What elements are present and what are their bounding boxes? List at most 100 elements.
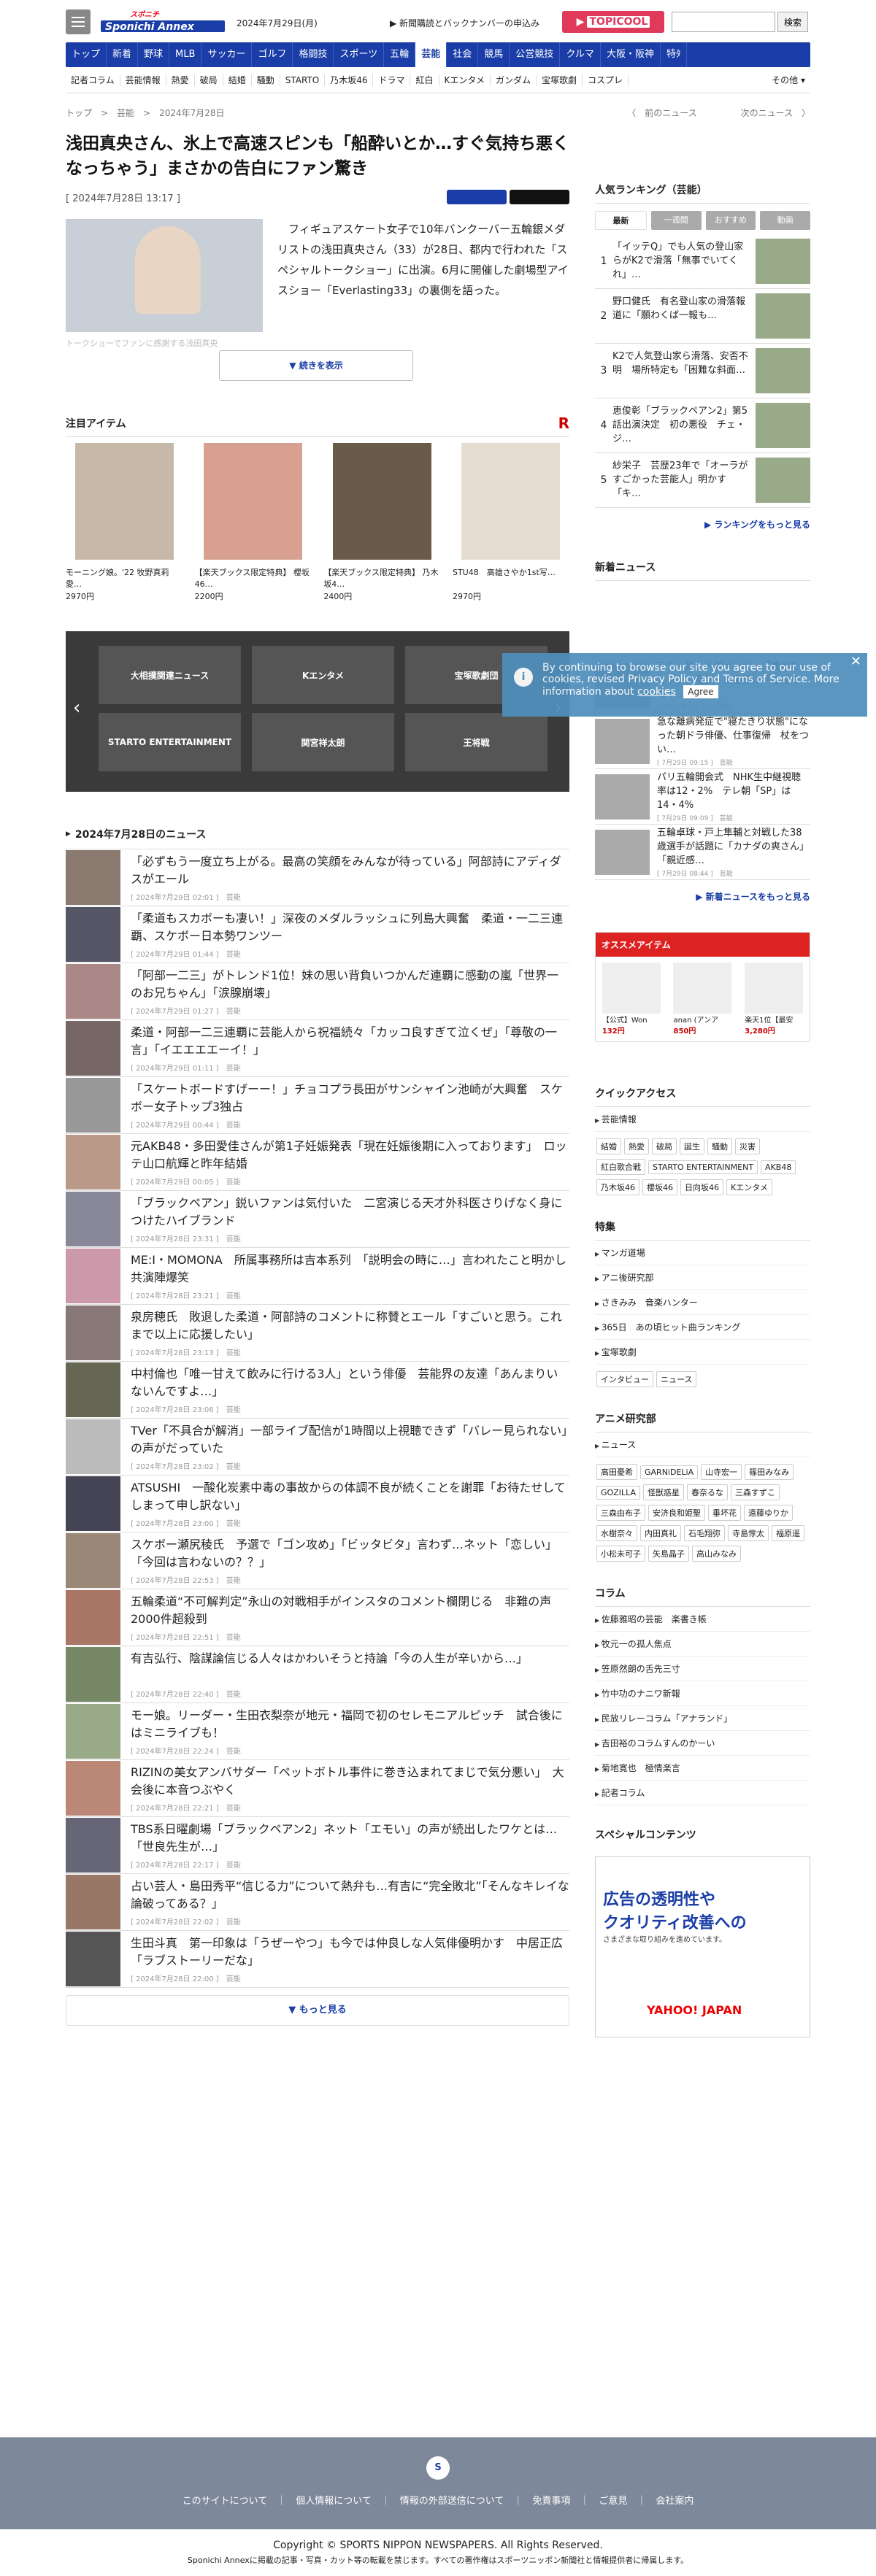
ranking-item[interactable]: 1 「イッテQ」でも人気の登山家らがK2で滑落「無事でいてくれ」… (595, 234, 810, 289)
news-title[interactable]: 「ブラックペアン」鋭いファンは気付いた 二宮演じる天才外科医さりげなく身につけた… (131, 1195, 569, 1231)
nav-item[interactable]: 社会 (447, 42, 479, 67)
tag-link[interactable]: 春奈るな (687, 1484, 728, 1500)
subnav-item[interactable]: 芸能情報 (120, 74, 166, 86)
recommended-item[interactable]: anan (アンア 850円 (673, 963, 732, 1036)
news-row[interactable]: モー娘。リーダー・生田衣梨奈が地元・福岡で初のセレモニアルピッチ 試合後にはミニ… (66, 1703, 569, 1760)
news-row[interactable]: 元AKB48・多田愛佳さんが第1子妊娠発表「現在妊娠後期に入っております」 ロッ… (66, 1134, 569, 1191)
nav-item[interactable]: 公営競技 (510, 42, 561, 67)
facebook-share-button[interactable] (447, 190, 507, 204)
news-title[interactable]: 柔道・阿部一二三連覇に芸能人から祝福続々「カッコ良すぎて泣くぜ」「尊敬の一言」「… (131, 1024, 569, 1060)
news-title[interactable]: 中村倫也「唯一甘えて飲みに行ける3人」という俳優 芸能界の友達「あんまりいないん… (131, 1365, 569, 1402)
tag-link[interactable]: 水樹奈々 (596, 1525, 637, 1541)
latest-more-link[interactable]: ▶ 新着ニュースをもっと見る (595, 890, 810, 903)
nav-item[interactable]: 特ﾀ (661, 42, 688, 67)
search-input[interactable] (672, 12, 775, 32)
nav-item[interactable]: 格闘技 (293, 42, 334, 67)
subnav-item[interactable]: ガンダム (491, 74, 537, 86)
sidebar-link[interactable]: 牧元一の孤人焦点 (595, 1632, 810, 1657)
tag-link[interactable]: ニュース (656, 1371, 697, 1387)
subnav-item[interactable]: 乃木坂46 (325, 74, 374, 86)
menu-icon[interactable] (66, 9, 91, 34)
latest-item[interactable]: パリ五輪開会式 NHK生中継視聴率は12・2% テレ朝「SP」は14・4% [ 7… (595, 769, 810, 825)
tag-link[interactable]: GARNiDELiA (640, 1465, 699, 1479)
tag-link[interactable]: 遠藤ゆりか (744, 1505, 793, 1521)
tag-link[interactable]: 紅白歌合戦 (596, 1159, 645, 1175)
news-title[interactable]: RIZINの美女アンバサダー「ペットボトル事件に巻き込まれてまじで気分悪い」 大… (131, 1764, 569, 1800)
ranking-item[interactable]: 3 K2で人気登山家ら滑落、安否不明 場所特定も「困難な斜面… (595, 344, 810, 398)
tag-link[interactable]: 誕生 (680, 1138, 704, 1154)
tag-link[interactable]: 櫻坂46 (642, 1179, 677, 1195)
sidebar-link[interactable]: 笠原然朗の舌先三寸 (595, 1657, 810, 1681)
tag-link[interactable]: 寺島惇太 (728, 1525, 769, 1541)
nav-item[interactable]: 野球 (138, 42, 170, 67)
sidebar-link[interactable]: 佐藤雅昭の芸能 楽書き帳 (595, 1607, 810, 1632)
tag-link[interactable]: GOZILLA (596, 1486, 640, 1500)
tag-link[interactable]: AKB48 (761, 1160, 796, 1174)
tag-link[interactable]: 騒動 (707, 1138, 732, 1154)
news-row[interactable]: 「阿部一二三」がトレンド1位！妹の思い背負いつかんだ連覇に感動の嵐「世界一のお兄… (66, 963, 569, 1020)
tag-link[interactable]: 篠田みなみ (745, 1464, 794, 1480)
recommended-item[interactable]: 【公式】Won 132円 (602, 963, 661, 1036)
subnav-item[interactable]: 騒動 (252, 74, 280, 86)
nav-item[interactable]: クルマ (560, 42, 601, 67)
ranking-more-link[interactable]: ▶ ランキングをもっと見る (595, 518, 810, 531)
news-row[interactable]: 占い芸人・島田秀平“信じる力”について熱弁も…有吉に“完全敗北”「そんなキレイな… (66, 1874, 569, 1931)
recommended-item[interactable]: 楽天1位【最安 3,280円 (745, 963, 804, 1036)
news-title[interactable]: TBS系日曜劇場「ブラックペアン2」ネット「エモい」の声が続出したワケとは…「世… (131, 1821, 569, 1857)
item-card[interactable]: 【楽天ブックス限定特典】 櫻坂46… 2200円 (195, 443, 312, 602)
footer-links[interactable]: このサイトについて ｜ 個人情報について ｜ 情報の外部送信について ｜ 免責事… (0, 2493, 876, 2507)
subnav-item[interactable]: Kエンタメ (439, 74, 491, 86)
tag-link[interactable]: 三森由布子 (596, 1505, 645, 1521)
cookies-link[interactable]: cookies (637, 686, 676, 698)
tag-link[interactable]: 矢島晶子 (648, 1546, 689, 1562)
nav-item[interactable]: 五輪 (384, 42, 416, 67)
sidebar-link[interactable]: 竹中功のナニワ新報 (595, 1681, 810, 1706)
carousel-card[interactable]: 関宮祥太朗 (252, 713, 394, 771)
nav-item[interactable]: 競馬 (478, 42, 510, 67)
news-row[interactable]: スケボー瀬尻稜氏 予選で「ゴン攻め」「ビッタビタ」言わず…ネット「恋しい」「今回… (66, 1532, 569, 1589)
news-row[interactable]: ME:I・MOMONA 所属事務所は吉本系列 「説明会の時に…」言われたこと明か… (66, 1248, 569, 1305)
site-logo[interactable]: スポニチ Sponichi Annex (101, 10, 225, 32)
breadcrumb[interactable]: トップ > 芸能 > 2024年7月28日 (66, 107, 225, 119)
ranking-tab[interactable]: 一週間 (650, 211, 702, 230)
tag-link[interactable]: 垂坏花 (708, 1505, 741, 1521)
latest-item[interactable]: 急な離病発症で"寝たきり状態"になった朝ドラ俳優、仕事復帰 杖をつい… [ 7月2… (595, 714, 810, 769)
carousel-card[interactable]: Kエンタメ (252, 646, 394, 704)
news-title[interactable]: 生田斗真 第一印象は「うぜーやつ」も今では仲良しな人気俳優明かす 中居正広「ラブ… (131, 1935, 569, 1971)
news-title[interactable]: 「スケートボードすげーー！」チョコプラ長田がサンシャイン池崎が大興奮 スケボー女… (131, 1081, 569, 1117)
tag-link[interactable]: Kエンタメ (726, 1179, 772, 1195)
tag-link[interactable]: 三森すずこ (731, 1484, 780, 1500)
news-title[interactable]: ME:I・MOMONA 所属事務所は吉本系列 「説明会の時に…」言われたこと明か… (131, 1252, 569, 1288)
latest-item[interactable]: 五輪卓球・戸上隼輔と対戦した38歳選手が話題に「カナダの爽さん」「親近感… [ 7… (595, 825, 810, 880)
news-row[interactable]: 泉房穂氏 敗退した柔道・阿部詩のコメントに称賛とエール「すごいと思う。これまで以… (66, 1305, 569, 1362)
carousel-card[interactable]: STARTO ENTERTAINMENT (99, 713, 241, 771)
news-title[interactable]: 占い芸人・島田秀平“信じる力”について熱弁も…有吉に“完全敗北”「そんなキレイな… (131, 1878, 569, 1914)
news-row[interactable]: 「柔道もスカボーも凄い！」深夜のメダルラッシュに列島大興奮 柔道・一二三連覇、ス… (66, 906, 569, 963)
tag-link[interactable]: STARTO ENTERTAINMENT (648, 1160, 758, 1174)
news-title[interactable]: 元AKB48・多田愛佳さんが第1子妊娠発表「現在妊娠後期に入っております」 ロッ… (131, 1138, 569, 1174)
nav-item[interactable]: 大阪・阪神 (601, 42, 661, 67)
carousel-prev-icon[interactable]: ‹ (73, 697, 80, 719)
subnav-item[interactable]: 結婚 (223, 74, 252, 86)
news-row[interactable]: 五輪柔道“不可解判定”永山の対戦相手がインスタのコメント欄閉じる 非難の声200… (66, 1589, 569, 1646)
carousel-card[interactable]: 王将戦 (405, 713, 548, 771)
nav-item[interactable]: スポーツ (334, 42, 385, 67)
item-card[interactable]: モーニング娘。'22 牧野真莉愛… 2970円 (66, 443, 182, 602)
nav-item[interactable]: ゴルフ (252, 42, 293, 67)
quick-access-head[interactable]: 芸能情報 (595, 1107, 810, 1132)
subnav-item[interactable]: ドラマ (373, 74, 411, 86)
tag-link[interactable]: 福原遥 (772, 1525, 804, 1541)
x-share-button[interactable] (510, 190, 569, 204)
sidebar-link[interactable]: アニ後研究部 (595, 1265, 810, 1290)
ranking-tab[interactable]: 動画 (760, 211, 810, 230)
tag-link[interactable]: 石毛翔弥 (684, 1525, 725, 1541)
prev-next-nav[interactable]: 〈 前のニュース 次のニュース 〉 (627, 107, 810, 119)
news-row[interactable]: ATSUSHI 一酸化炭素中毒の事故からの体調不良が続くことを謝罪「お待たせして… (66, 1476, 569, 1532)
tag-link[interactable]: 安济良和姫聖 (648, 1505, 705, 1521)
sidebar-link[interactable]: 記者コラム (595, 1781, 810, 1805)
topicool-banner[interactable]: ▶ TOPICOOL (562, 11, 664, 33)
sidebar-link[interactable]: 民放リレーコラム「アナランド」 (595, 1706, 810, 1731)
subnav-item[interactable]: 記者コラム (66, 74, 120, 86)
continue-button[interactable]: ▼ 続きを表示 (219, 350, 413, 381)
item-card[interactable]: STU48 高雄さやか1st写… 2970円 (453, 443, 569, 602)
